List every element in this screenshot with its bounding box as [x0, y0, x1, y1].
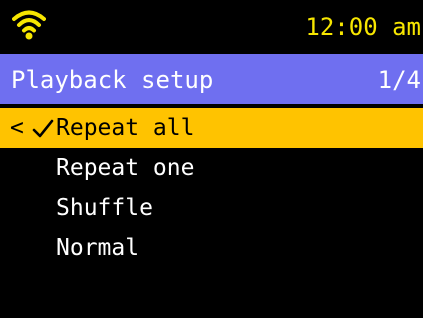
checkmark-icon: [32, 119, 54, 138]
menu-item-label: Normal: [56, 235, 140, 261]
menu-item-repeat-one[interactable]: Repeat one: [0, 148, 423, 188]
page-indicator: 1/4: [377, 66, 421, 94]
menu-item-label: Shuffle: [56, 195, 153, 221]
wifi-icon: [12, 10, 46, 40]
selection-arrow: <: [10, 115, 24, 141]
playback-menu: < Repeat all Repeat one Shuffle Normal: [0, 108, 423, 268]
menu-item-label: Repeat all: [56, 115, 195, 141]
title-bar: Playback setup 1/4: [0, 54, 423, 104]
status-bar: 12:00 am: [0, 0, 423, 50]
menu-item-label: Repeat one: [56, 155, 195, 181]
menu-item-shuffle[interactable]: Shuffle: [0, 188, 423, 228]
menu-item-normal[interactable]: Normal: [0, 228, 423, 268]
page-title: Playback setup: [11, 66, 214, 94]
clock-time: 12:00 am: [305, 13, 421, 41]
menu-item-repeat-all[interactable]: < Repeat all: [0, 108, 423, 148]
